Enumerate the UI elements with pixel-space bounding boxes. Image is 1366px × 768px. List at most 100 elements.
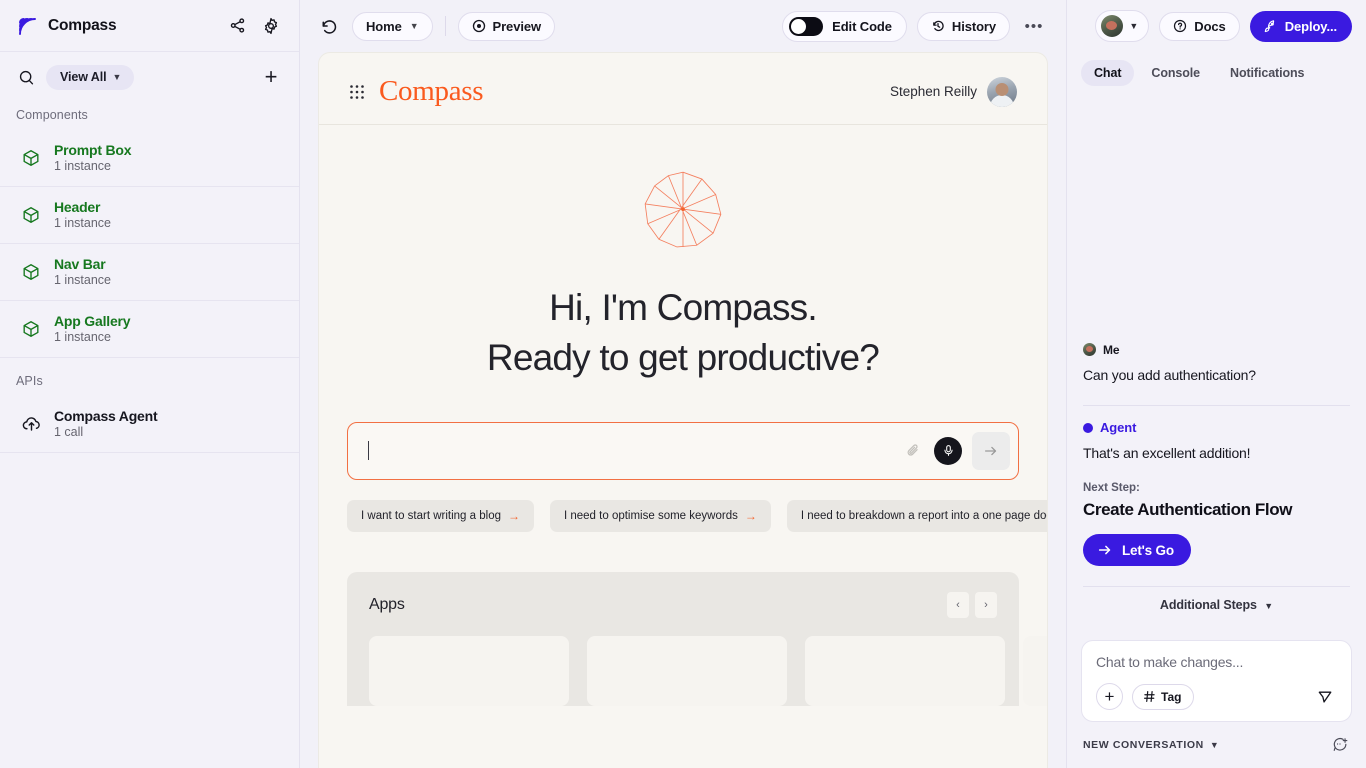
suggestion-chip[interactable]: I need to breakdown a report into a one … [786,499,1047,532]
cube-icon [20,204,42,226]
arrow-right-icon: → [507,508,520,523]
sidebar-item-prompt-box[interactable]: Prompt Box 1 instance [0,130,299,187]
share-icon[interactable] [225,14,249,38]
composer-add-button[interactable]: + [1096,683,1123,710]
chat-input-placeholder[interactable]: Chat to make changes... [1096,654,1337,670]
components-list: Prompt Box 1 instance Header 1 instance [0,130,299,358]
composer-tag-button[interactable]: Tag [1132,683,1195,710]
toolbar-divider [444,16,446,36]
prompt-send-button[interactable] [972,431,1010,470]
toggle-knob [791,18,807,34]
app-card[interactable] [587,635,787,706]
composer-tag-label: Tag [1161,689,1182,704]
sidebar-item-app-gallery[interactable]: App Gallery 1 instance [0,301,299,358]
hero-title-line2: Ready to get productive? [486,337,880,379]
history-icon [933,20,944,32]
hero-title-line1: Hi, I'm Compass. [549,287,818,328]
sidebar-search-row: View All ▼ + [0,52,299,102]
page-selector[interactable]: Home ▼ [352,11,433,41]
new-chat-icon[interactable] [1330,735,1350,755]
chat-message-header: Me [1083,343,1350,357]
additional-steps-label: Additional Steps [1159,598,1257,612]
chat-author: Agent [1100,420,1137,436]
add-component-button[interactable]: + [259,65,283,89]
rocket-icon [1264,19,1274,32]
microphone-button[interactable] [934,436,962,465]
history-button[interactable]: History [916,11,1010,41]
preview-icon [472,19,485,33]
sidebar-item-nav-bar[interactable]: Nav Bar 1 instance [0,244,299,301]
tab-console[interactable]: Console [1138,60,1213,86]
preview-user-avatar[interactable] [987,76,1017,107]
gear-icon[interactable] [259,14,283,38]
left-sidebar: Compass View All ▼ + Components Prompt B… [0,0,300,768]
suggestion-chip-label: I want to start writing a blog [361,509,501,522]
chevron-down-icon: ▼ [1129,21,1139,31]
chevron-down-icon: ▼ [1209,740,1220,750]
sidebar-item-subtitle: 1 instance [54,273,111,287]
account-menu[interactable]: ▼ [1095,10,1150,42]
app-card[interactable] [1023,635,1047,706]
sidebar-item-title: Compass Agent [54,408,158,424]
lets-go-button[interactable]: Let's Go [1083,534,1191,566]
sidebar-item-compass-agent[interactable]: Compass Agent 1 call [0,396,299,453]
sidebar-item-subtitle: 1 call [54,425,84,439]
question-circle-icon [1174,19,1187,33]
sidebar-item-text: Header 1 instance [54,199,111,230]
chat-divider [1083,405,1350,407]
apps-gallery-header: Apps ‹ › [369,591,997,618]
arrow-right-icon [1098,545,1111,555]
editor-toolbar: Home ▼ Preview Edit Code History ••• [300,0,1066,52]
agent-dot-icon [1083,422,1093,433]
tab-chat[interactable]: Chat [1081,60,1135,86]
search-icon[interactable] [16,67,36,87]
composer-toolbar: + Tag [1096,683,1337,710]
attachment-icon[interactable] [900,438,926,464]
text-caret [368,441,369,461]
deploy-button[interactable]: Deploy... [1249,10,1352,42]
right-panel-footer: NEW CONVERSATION ▼ [1067,722,1366,768]
sidebar-item-subtitle: 1 instance [54,330,111,344]
compass-logo-icon [16,15,38,37]
carousel-next-button[interactable]: › [975,591,997,618]
app-card[interactable] [805,635,1005,706]
docs-label: Docs [1194,18,1226,34]
edit-code-toggle[interactable]: Edit Code [782,10,907,42]
undo-icon[interactable] [314,12,342,40]
suggestion-chip[interactable]: I want to start writing a blog → [347,499,534,532]
preview-button[interactable]: Preview [457,11,555,41]
lets-go-label: Let's Go [1122,542,1174,558]
chat-message-text: That's an excellent addition! [1083,445,1251,462]
next-step-title: Create Authentication Flow [1083,500,1293,519]
suggestion-chip[interactable]: I need to optimise some keywords → [549,499,771,532]
app-title: Compass [48,16,117,34]
sidebar-item-subtitle: 1 instance [54,216,111,230]
chat-message-header: Agent [1083,420,1350,435]
sidebar-item-title: Prompt Box [54,142,132,158]
carousel-prev-button[interactable]: ‹ [947,591,969,618]
view-all-dropdown[interactable]: View All ▼ [46,64,135,90]
docs-button[interactable]: Docs [1159,11,1240,41]
preview-user-name: Stephen Reilly [889,84,977,99]
sidebar-section-label-apis: APIs [16,374,43,388]
chat-composer[interactable]: Chat to make changes... + Tag [1081,640,1352,722]
additional-steps-toggle[interactable]: Additional Steps ▼ [1083,587,1350,626]
sidebar-item-title: Header [54,199,101,215]
more-options-icon[interactable]: ••• [1020,12,1048,40]
right-panel-topbar: ▼ Docs Deploy... [1067,0,1366,52]
new-conversation-button[interactable]: NEW CONVERSATION ▼ [1083,739,1219,751]
preview-brand-title: Compass [379,75,484,107]
chat-message-agent: Agent That's an excellent addition! Next… [1083,420,1350,640]
app-card[interactable] [369,635,569,706]
sidebar-header: Compass [0,0,299,52]
sidebar-item-text: Compass Agent 1 call [54,408,158,439]
api-cloud-icon [20,413,42,435]
right-panel: ▼ Docs Deploy... Chat Console Notificati… [1066,0,1366,768]
composer-send-icon[interactable] [1313,685,1337,709]
cube-icon [20,147,42,169]
apis-list: Compass Agent 1 call [0,396,299,453]
grid-apps-icon[interactable] [347,82,367,102]
sidebar-item-header[interactable]: Header 1 instance [0,187,299,244]
prompt-input-box[interactable] [347,421,1019,480]
tab-notifications[interactable]: Notifications [1217,60,1317,86]
